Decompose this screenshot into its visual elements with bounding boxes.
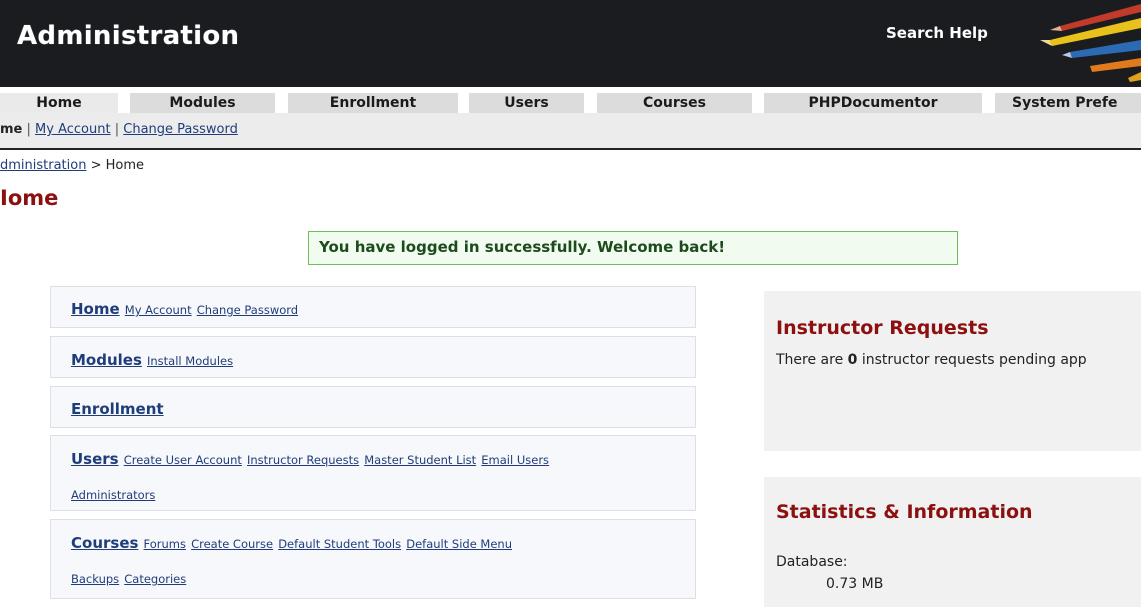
tab-phpdocumentor[interactable]: PHPDocumentor <box>764 93 982 115</box>
search-help-link[interactable]: Search Help <box>886 24 988 42</box>
tab-home[interactable]: Home <box>0 93 118 115</box>
instructor-requests-count: 0 <box>847 352 858 368</box>
breadcrumb-separator: > <box>90 158 102 173</box>
nav-box-home: Home My Account Change Password <box>50 286 696 328</box>
nav-change-password-link[interactable]: Change Password <box>197 303 298 317</box>
database-size: 0.73 MB <box>826 576 884 592</box>
nav-install-modules-link[interactable]: Install Modules <box>147 354 233 368</box>
tab-courses[interactable]: Courses <box>597 93 752 115</box>
statistics-heading: Statistics & Information <box>776 501 1033 523</box>
header-bar: Administration Search Help <box>0 0 1141 87</box>
nav-box-courses: Courses Forums Create Course Default Stu… <box>50 519 696 599</box>
nav-categories-link[interactable]: Categories <box>124 572 186 586</box>
instructor-requests-text: There are 0 instructor requests pending … <box>776 352 1087 368</box>
app-title: Administration <box>17 21 240 51</box>
instructor-requests-panel: Instructor Requests There are 0 instruct… <box>764 291 1141 451</box>
nav-default-student-tools-link[interactable]: Default Student Tools <box>278 537 401 551</box>
subnav-separator: | <box>26 122 31 137</box>
nav-default-side-menu-link[interactable]: Default Side Menu <box>406 537 512 551</box>
nav-users-link[interactable]: Users <box>71 450 119 468</box>
instructor-requests-text-before: There are <box>776 352 844 368</box>
tab-enrollment[interactable]: Enrollment <box>288 93 458 115</box>
success-alert: You have logged in successfully. Welcome… <box>308 231 958 265</box>
breadcrumb-current: Home <box>105 158 145 173</box>
page-title: Iome <box>0 186 59 210</box>
nav-box-modules: Modules Install Modules <box>50 336 696 378</box>
nav-box-enrollment: Enrollment <box>50 386 696 428</box>
tab-users[interactable]: Users <box>469 93 584 115</box>
nav-master-student-list-link[interactable]: Master Student List <box>364 453 476 467</box>
tab-home-label: Home <box>36 95 82 111</box>
nav-email-users-link[interactable]: Email Users <box>481 453 549 467</box>
nav-courses-link[interactable]: Courses <box>71 534 138 552</box>
nav-home-link[interactable]: Home <box>71 300 120 318</box>
breadcrumb: dministration > Home <box>0 158 144 173</box>
nav-my-account-link[interactable]: My Account <box>125 303 192 317</box>
nav-create-course-link[interactable]: Create Course <box>191 537 273 551</box>
nav-create-user-account-link[interactable]: Create User Account <box>124 453 242 467</box>
nav-backups-link[interactable]: Backups <box>71 572 119 586</box>
tab-system-preferences[interactable]: System Prefe <box>995 93 1141 115</box>
nav-enrollment-link[interactable]: Enrollment <box>71 400 164 418</box>
sub-navigation: me | My Account | Change Password <box>0 113 1141 150</box>
nav-administrators-link[interactable]: Administrators <box>71 488 155 502</box>
main-tab-bar: Home Modules Enrollment Users Courses PH… <box>0 87 1141 115</box>
pencils-logo-icon <box>1040 4 1141 82</box>
nav-instructor-requests-link[interactable]: Instructor Requests <box>247 453 359 467</box>
tab-modules[interactable]: Modules <box>130 93 275 115</box>
instructor-requests-text-after: instructor requests pending app <box>861 352 1087 368</box>
breadcrumb-administration-link[interactable]: dministration <box>0 158 86 173</box>
nav-box-users: Users Create User Account Instructor Req… <box>50 435 696 511</box>
subnav-current: me <box>0 122 23 137</box>
subnav-separator: | <box>114 122 120 137</box>
subnav-change-password-link[interactable]: Change Password <box>123 122 238 137</box>
subnav-my-account-link[interactable]: My Account <box>35 122 111 137</box>
nav-modules-link[interactable]: Modules <box>71 351 142 369</box>
database-label: Database: <box>776 554 848 570</box>
nav-forums-link[interactable]: Forums <box>144 537 186 551</box>
instructor-requests-heading: Instructor Requests <box>776 317 989 339</box>
statistics-panel: Statistics & Information Database: 0.73 … <box>764 477 1141 607</box>
